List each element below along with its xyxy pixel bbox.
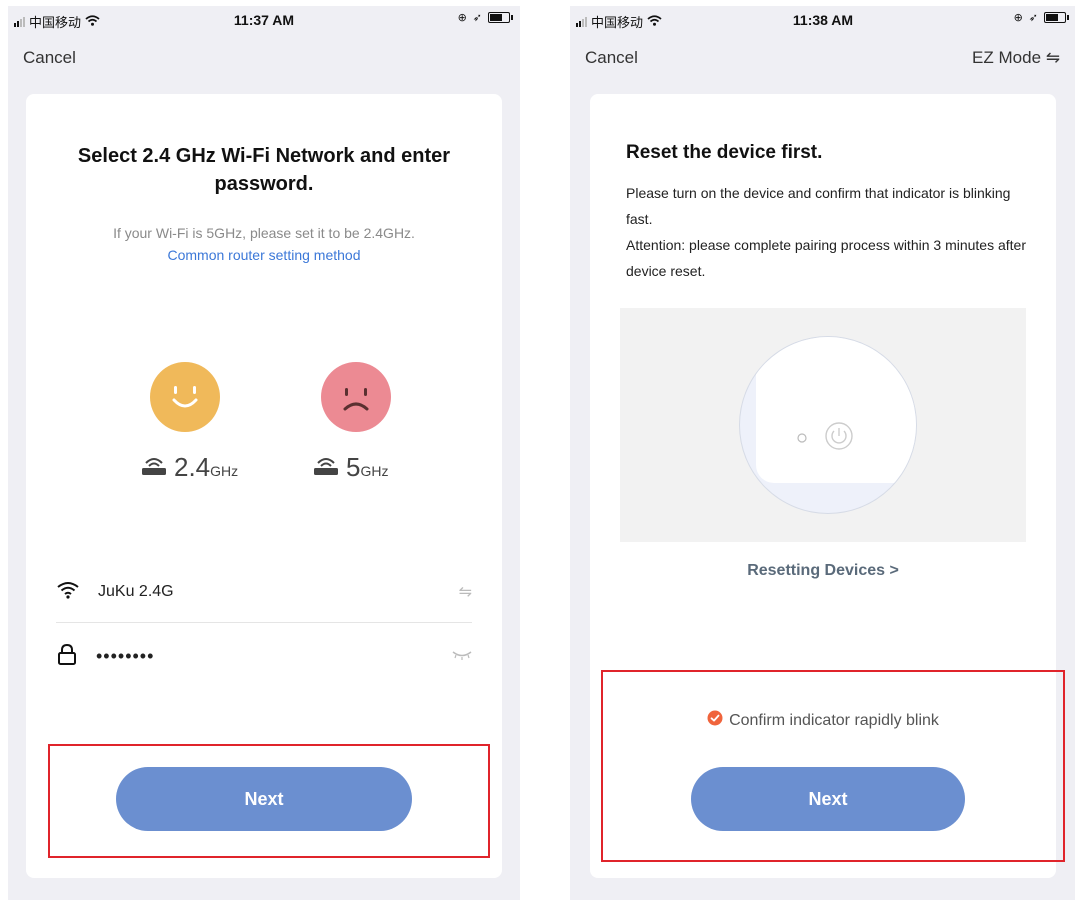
hint-text: If your Wi-Fi is 5GHz, please set it to … <box>113 225 415 241</box>
clock: 11:37 AM <box>233 12 295 28</box>
wifi-name-value: JuKu 2.4G <box>98 583 174 600</box>
lock-rotation-icon: ⊕ <box>1013 12 1023 24</box>
wifi-icon <box>56 581 80 604</box>
switch-network-icon[interactable]: ⇋ <box>459 582 472 602</box>
hide-password-icon[interactable] <box>452 647 472 665</box>
password-field[interactable]: •••••••• <box>56 626 472 686</box>
page-title: Select 2.4 GHz Wi-Fi Network and enter p… <box>77 145 451 195</box>
sad-face-icon <box>321 362 391 432</box>
lock-rotation-icon: ⊕ <box>457 12 467 24</box>
password-value: •••••••• <box>96 645 155 666</box>
lock-icon <box>56 643 78 670</box>
wifi-name-field[interactable]: JuKu 2.4G ⇋ <box>56 562 472 622</box>
instructions: Please turn on the device and confirm th… <box>626 180 1032 284</box>
router-icon <box>312 452 340 483</box>
instruction-turn-on: Please turn on the device and confirm th… <box>626 185 1011 227</box>
page-title: Reset the device first. <box>626 142 823 163</box>
battery-icon <box>1044 12 1069 23</box>
nav-bar: Cancel <box>8 48 520 76</box>
status-bar: 中国移动 11:37 AM ⊕ ➶ <box>8 6 520 32</box>
nav-bar: Cancel EZ Mode ⇋ <box>570 48 1075 76</box>
highlight-box <box>48 744 490 858</box>
band-24-value: 2.4GHz <box>174 452 239 482</box>
reset-illustration <box>620 308 1026 542</box>
clock: 11:38 AM <box>792 12 854 28</box>
router-icon <box>140 452 168 483</box>
battery-icon <box>488 12 513 23</box>
router-setting-link[interactable]: Common router setting method <box>168 247 361 263</box>
band-5ghz: 5GHz <box>312 452 388 483</box>
device-illustration <box>739 336 917 514</box>
ez-mode-button[interactable]: EZ Mode ⇋ <box>972 48 1060 68</box>
location-icon: ➶ <box>472 12 482 24</box>
cancel-button[interactable]: Cancel <box>585 48 638 68</box>
location-icon: ➶ <box>1028 12 1038 24</box>
resetting-devices-link[interactable]: Resetting Devices > <box>590 562 1056 580</box>
field-divider <box>56 622 472 623</box>
status-bar: 中国移动 11:38 AM ⊕ ➶ <box>570 6 1075 32</box>
highlight-box <box>601 670 1065 862</box>
band-hint: If your Wi-Fi is 5GHz, please set it to … <box>26 222 502 266</box>
happy-face-icon <box>150 362 220 432</box>
cancel-button[interactable]: Cancel <box>23 48 76 68</box>
band-5-value: 5GHz <box>346 452 389 482</box>
band-24ghz: 2.4GHz <box>140 452 238 483</box>
instruction-attention: Attention: please complete pairing proce… <box>626 237 1026 279</box>
